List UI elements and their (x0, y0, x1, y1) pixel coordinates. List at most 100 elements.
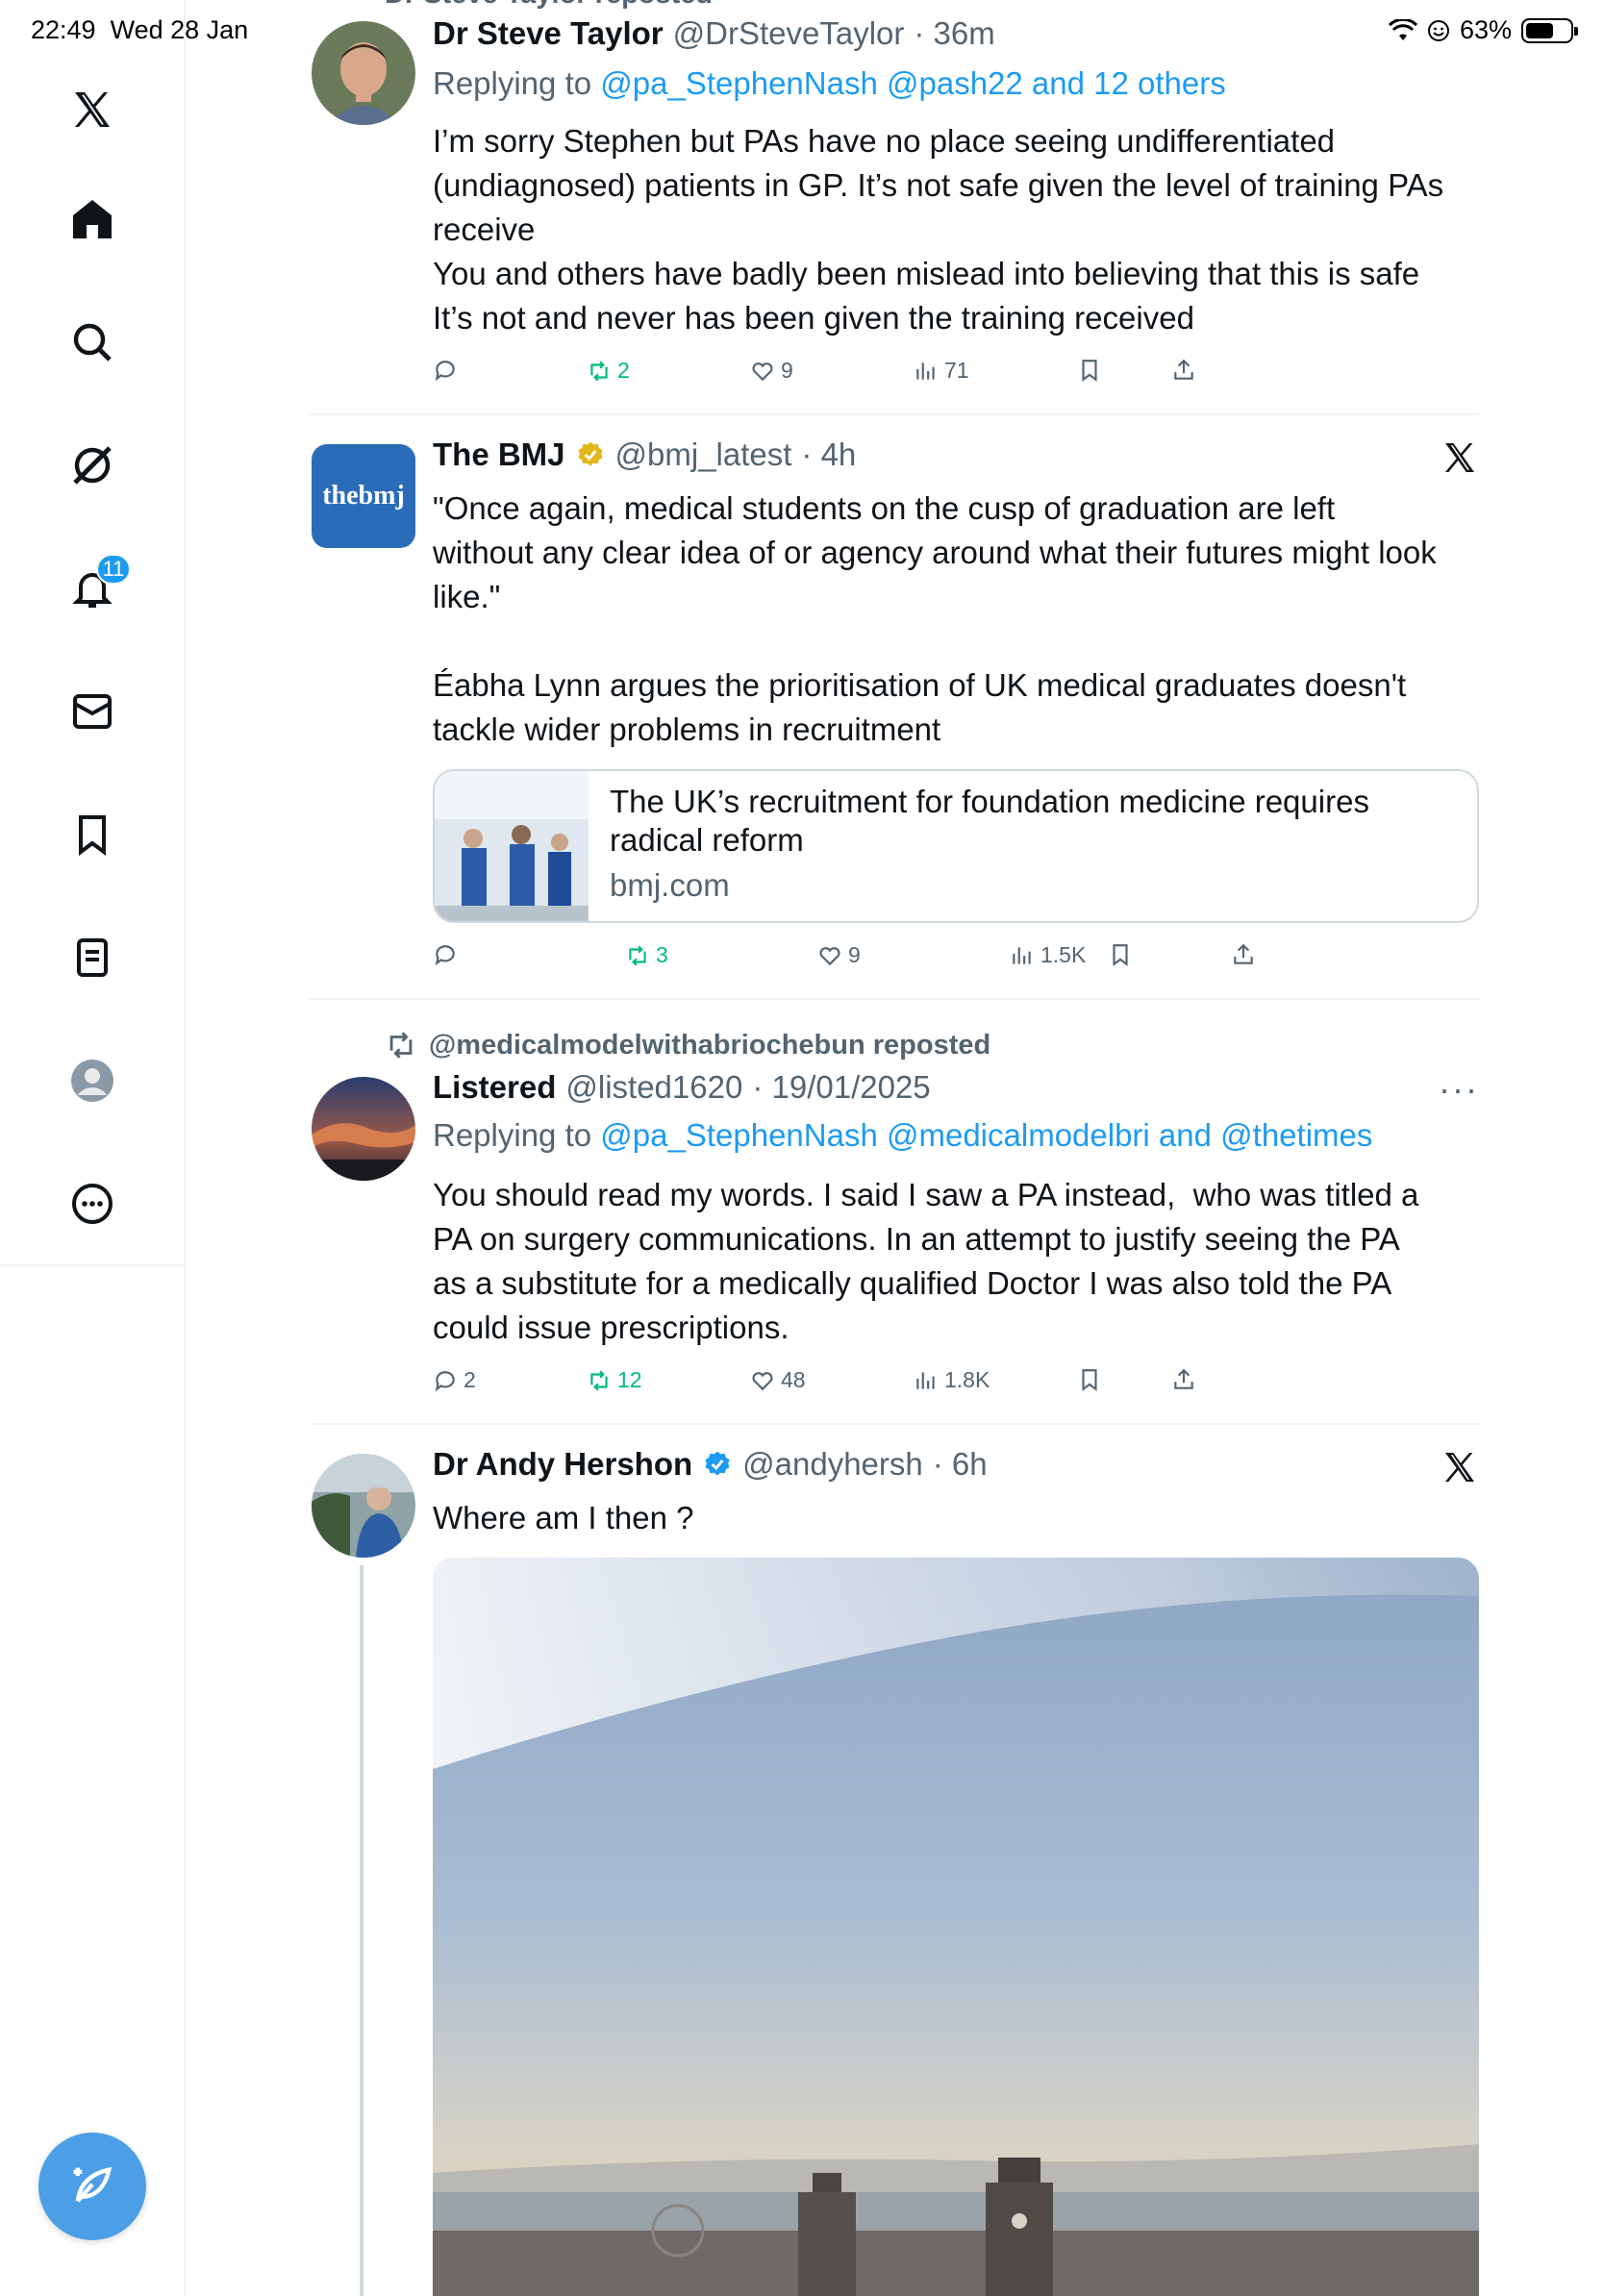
like-button[interactable]: 9 (817, 942, 861, 968)
timestamp[interactable]: · 6h (933, 1446, 988, 1483)
repost-button[interactable]: 2 (587, 358, 630, 384)
repost-icon (590, 360, 608, 382)
reply-button[interactable] (433, 942, 464, 967)
messages-icon[interactable] (58, 677, 127, 746)
author-name[interactable]: Dr Andy Hershon (433, 1446, 692, 1483)
link-card-title: The UK’s recruitment for foundation medi… (610, 784, 1369, 858)
bookmark-button[interactable] (1077, 358, 1102, 383)
notifications-icon[interactable]: 11 (58, 554, 131, 623)
like-count: 9 (848, 942, 861, 967)
link-card[interactable]: The UK’s recruitment for foundation medi… (433, 769, 1479, 923)
thread-line (360, 1565, 363, 2296)
tweet[interactable]: Dr Andy Hershon @andyhersh · 6h Where am… (310, 1425, 1479, 2296)
views-button[interactable]: 71 (914, 358, 969, 384)
tweet[interactable]: @medicalmodelwithabriochebun reposted Li… (310, 1000, 1479, 1425)
like-count: 9 (781, 358, 793, 383)
tweet-header: Dr Steve Taylor @DrSteveTaylor · 36m (433, 15, 995, 52)
author-handle[interactable]: @DrSteveTaylor (673, 15, 905, 52)
view-count: 1.8K (944, 1367, 990, 1392)
repost-button[interactable]: 3 (625, 942, 668, 968)
sidebar-divider (0, 1264, 185, 1266)
author-name[interactable]: The BMJ (433, 437, 565, 473)
link-card-image (435, 771, 589, 921)
lists-icon[interactable] (58, 923, 127, 992)
tweet-actions: 3 9 1.5K (433, 942, 1202, 981)
tweet-actions: 2 9 71 (433, 358, 1202, 396)
compose-button[interactable] (38, 2133, 146, 2240)
reply-context: Replying to @pa_StephenNash @pash22 and … (433, 65, 1226, 102)
bookmark-button[interactable] (1077, 1367, 1102, 1392)
grok-icon[interactable] (58, 431, 127, 500)
view-count: 71 (944, 358, 969, 383)
profile-icon[interactable] (58, 1046, 127, 1115)
timestamp[interactable]: · 4h (801, 437, 856, 473)
verified-gold-icon (577, 441, 603, 466)
avatar[interactable] (312, 21, 415, 125)
author-handle[interactable]: @andyhersh (742, 1446, 923, 1483)
bookmark-button[interactable] (1108, 942, 1133, 967)
repost-context: Dr Steve Taylor reposted (385, 0, 713, 11)
reposted-by[interactable]: @medicalmodelwithabriochebun reposted (429, 1030, 990, 1061)
reply-prefix: Replying to (433, 1117, 592, 1153)
avatar[interactable]: thebmj (312, 444, 415, 548)
repost-button[interactable]: 12 (587, 1367, 642, 1393)
reply-button[interactable]: 2 (433, 1367, 476, 1393)
repost-count: 12 (617, 1367, 642, 1392)
battery-icon (1521, 17, 1578, 43)
x-logo-icon[interactable] (58, 75, 127, 144)
tweet-header: The BMJ @bmj_latest · 4h (433, 437, 856, 473)
share-icon (1174, 359, 1193, 380)
view-count: 1.5K (1040, 942, 1087, 967)
reply-icon (435, 1370, 455, 1391)
reply-icon (435, 361, 455, 382)
views-button[interactable]: 1.5K (1010, 942, 1086, 968)
repost-icon (629, 944, 646, 966)
repost-icon (389, 1032, 413, 1059)
reply-prefix: Replying to (433, 65, 592, 101)
more-icon[interactable] (58, 1169, 127, 1238)
avatar[interactable] (312, 1077, 415, 1181)
home-icon[interactable] (58, 185, 127, 254)
tweet[interactable]: thebmj The BMJ @bmj_latest · 4h "Once ag… (310, 415, 1479, 1000)
like-button[interactable]: 48 (750, 1367, 806, 1393)
tweet-text: I’m sorry Stephen but PAs have no place … (433, 123, 1444, 336)
reply-to-link[interactable]: @pa_StephenNash @pash22 and 12 others (600, 65, 1225, 101)
views-icon (916, 1371, 935, 1389)
reply-count: 2 (464, 1367, 476, 1392)
tweet-text: You should read my words. I said I saw a… (433, 1177, 1419, 1345)
author-name[interactable]: Listered (433, 1069, 556, 1106)
like-button[interactable]: 9 (750, 358, 793, 384)
repost-context: @medicalmodelwithabriochebun reposted (385, 1029, 990, 1061)
heart-icon (819, 946, 840, 965)
reply-button[interactable] (433, 358, 464, 383)
tweet-photo[interactable] (433, 1558, 1479, 2296)
share-button[interactable] (1171, 1367, 1196, 1392)
tweet[interactable]: Dr Steve Taylor reposted Dr Steve Taylor… (310, 0, 1479, 415)
avatar[interactable] (312, 1454, 415, 1558)
search-icon[interactable] (58, 308, 127, 377)
more-options-icon[interactable]: ··· (1439, 1069, 1479, 1110)
verified-blue-icon (705, 1451, 730, 1476)
share-button[interactable] (1171, 358, 1196, 383)
link-card-domain: bmj.com (610, 867, 730, 903)
views-icon (1013, 946, 1031, 964)
timestamp[interactable]: · 19/01/2025 (752, 1069, 930, 1106)
compose-feather-icon (73, 2166, 113, 2203)
tweet-header: Dr Andy Hershon @andyhersh · 6h (433, 1446, 988, 1483)
x-brand-icon (1445, 443, 1474, 472)
views-button[interactable]: 1.8K (914, 1367, 990, 1393)
tweet-text: "Once again, medical students on the cus… (433, 490, 1437, 747)
share-icon (1174, 1368, 1193, 1389)
repost-count: 3 (656, 942, 668, 967)
share-button[interactable] (1231, 942, 1256, 967)
bookmarks-icon[interactable] (58, 800, 127, 869)
author-handle[interactable]: @listed1620 (565, 1069, 742, 1106)
reply-to-link[interactable]: @pa_StephenNash @medicalmodelbri and @th… (600, 1117, 1372, 1153)
views-icon (916, 362, 935, 380)
timestamp[interactable]: · 36m (914, 15, 994, 52)
bookmark-icon (1113, 944, 1128, 966)
author-name[interactable]: Dr Steve Taylor (433, 15, 664, 52)
author-handle[interactable]: @bmj_latest (615, 437, 792, 473)
tweet-actions: 2 12 48 1.8K (433, 1367, 1202, 1406)
bookmark-icon (1082, 360, 1097, 382)
